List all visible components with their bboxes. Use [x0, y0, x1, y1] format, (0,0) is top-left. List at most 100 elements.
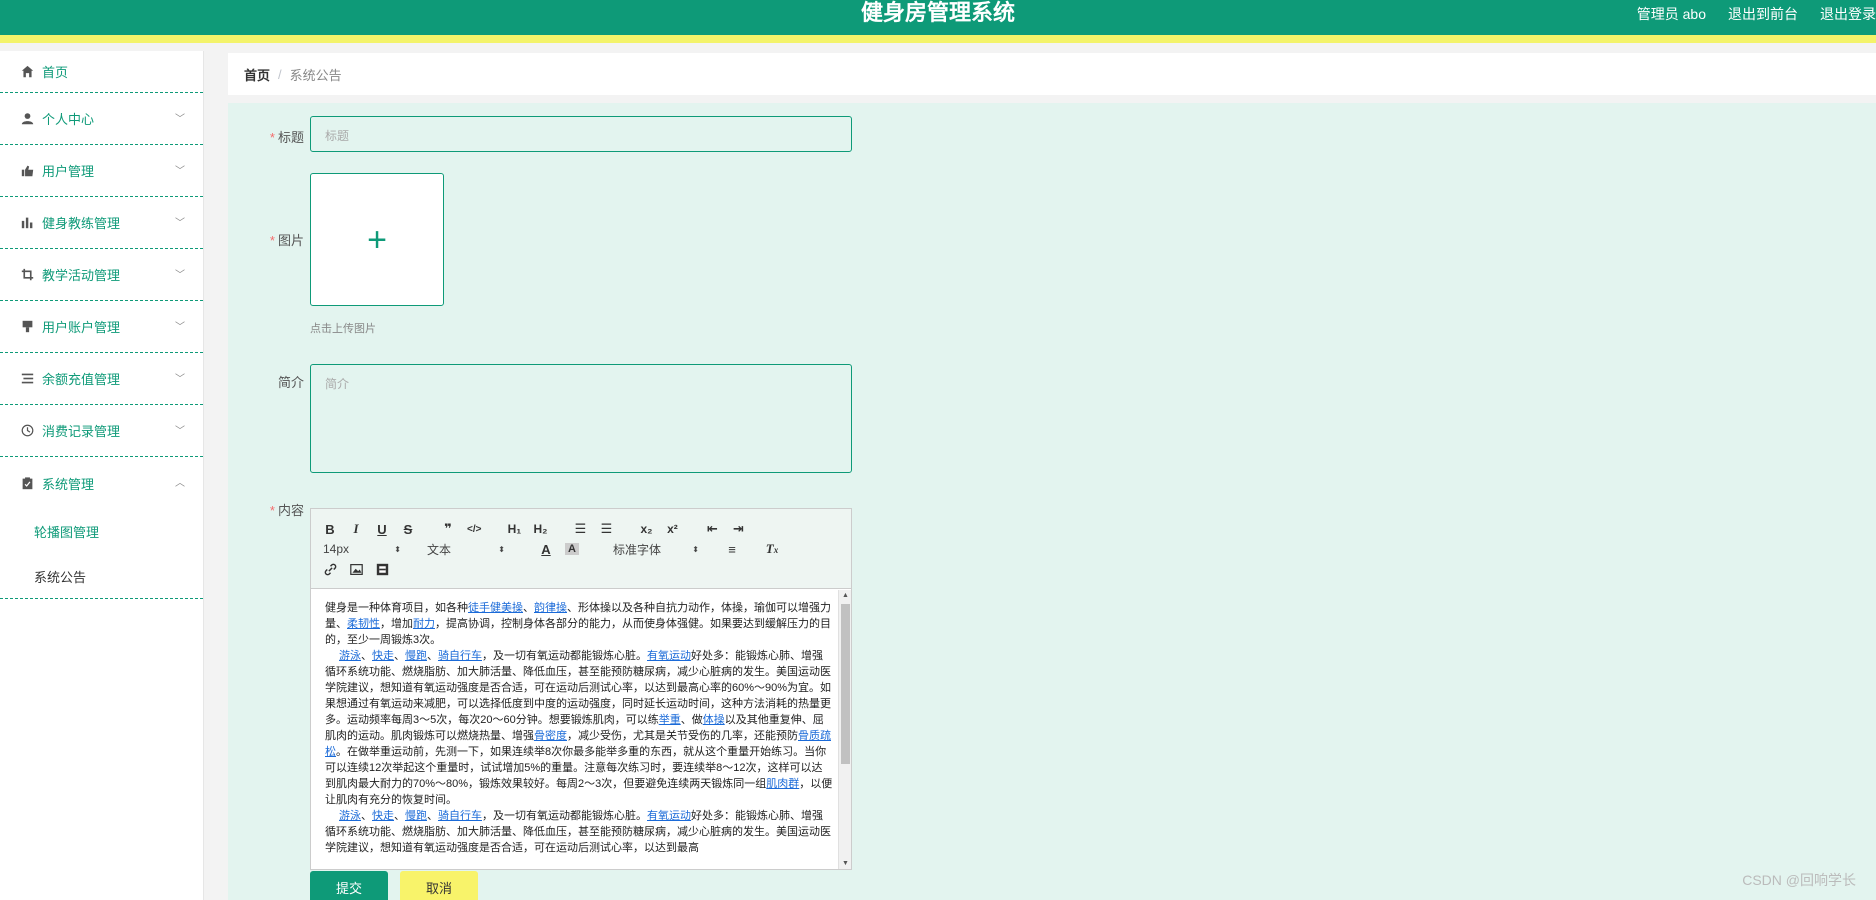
title-input[interactable]: 标题	[310, 116, 852, 152]
h2-icon[interactable]: H₂	[533, 522, 547, 536]
link-icon[interactable]	[323, 563, 337, 579]
sidebar-item-accounts[interactable]: 用户账户管理 ﹀	[0, 301, 203, 353]
content-link[interactable]: 徒手健美操	[468, 602, 523, 614]
plus-icon: +	[367, 220, 387, 259]
superscript-icon[interactable]: x²	[665, 522, 679, 536]
h1-icon[interactable]: H₁	[507, 522, 522, 536]
sidebar-item-recharge[interactable]: 余额充值管理 ﹀	[0, 353, 203, 405]
clock-icon	[20, 424, 34, 438]
title-label: * 标题	[269, 130, 304, 145]
code-icon[interactable]: </>	[467, 524, 481, 535]
intro-placeholder: 简介	[325, 377, 350, 391]
sidebar-item-label: 用户管理	[42, 164, 95, 179]
content-label: * 内容	[269, 503, 304, 518]
content-link[interactable]: 骑自行车	[438, 810, 482, 822]
home-icon	[20, 65, 34, 79]
select-arrows-icon: ⬍	[692, 544, 699, 554]
font-color-icon[interactable]: A	[539, 542, 553, 557]
quote-icon[interactable]: ❞	[441, 521, 455, 537]
stamp-icon	[20, 320, 34, 334]
logout-link[interactable]: 退出登录	[1820, 4, 1876, 24]
chevron-down-icon: ﹀	[175, 113, 185, 125]
chevron-down-icon: ﹀	[175, 321, 185, 333]
chevron-down-icon: ﹀	[175, 217, 185, 229]
image-label: * 图片	[269, 233, 304, 248]
font-family-select[interactable]: 标准字体 ⬍	[613, 541, 699, 558]
content-link[interactable]: 体操	[703, 714, 725, 726]
sidebar-item-activities[interactable]: 教学活动管理 ﹀	[0, 249, 203, 301]
submit-button[interactable]: 提交	[310, 871, 388, 900]
cancel-button[interactable]: 取消	[400, 871, 478, 900]
editor-content[interactable]: 健身是一种体育项目，如各种徒手健美操、韵律操、形体操以及各种自抗力动作，体操，瑜…	[311, 590, 851, 869]
chevron-down-icon: ﹀	[175, 269, 185, 281]
video-icon[interactable]	[375, 563, 389, 579]
content-link[interactable]: 举重	[659, 714, 681, 726]
content-link[interactable]: 快走	[372, 650, 394, 662]
select-arrows-icon: ⬍	[394, 544, 401, 554]
bar-chart-icon	[20, 216, 34, 230]
sidebar-item-label: 首页	[42, 65, 69, 80]
chevron-down-icon: ﹀	[175, 373, 185, 385]
outdent-icon[interactable]: ⇤	[705, 521, 719, 537]
content-link[interactable]: 肌肉群	[766, 778, 799, 790]
editor-toolbar: B I U S ❞ </> H₁ H₂ ☰ ☰ x₂ x² ⇤ ⇥ 14px⬍	[311, 509, 851, 589]
content-link[interactable]: 游泳	[339, 650, 361, 662]
current-user: 管理员 abo	[1636, 6, 1706, 22]
content-link[interactable]: 骨密度	[534, 730, 567, 742]
content-link[interactable]: 耐力	[413, 618, 435, 630]
sidebar-item-profile[interactable]: 个人中心 ﹀	[0, 93, 203, 145]
content-link[interactable]: 有氧运动	[647, 810, 691, 822]
image-upload-hint: 点击上传图片	[310, 323, 376, 335]
top-header: 健身房管理系统 管理员 abo 退出到前台 退出登录	[0, 0, 1876, 43]
select-arrows-icon: ⬍	[498, 544, 505, 554]
list-icon	[20, 372, 34, 386]
underline-icon[interactable]: U	[375, 522, 389, 537]
intro-textarea[interactable]: 简介	[310, 364, 852, 473]
clear-format-icon[interactable]: Tx	[765, 541, 779, 557]
chevron-down-icon: ﹀	[175, 425, 185, 437]
content-link[interactable]: 快走	[372, 810, 394, 822]
content-link[interactable]: 骑自行车	[438, 650, 482, 662]
sidebar-subitem-carousel[interactable]: 轮播图管理	[0, 509, 203, 554]
indent-icon[interactable]: ⇥	[731, 521, 745, 537]
header-select[interactable]: 文本 ⬍	[427, 541, 505, 558]
content-link[interactable]: 韵律操	[534, 602, 567, 614]
sidebar-item-consumption[interactable]: 消费记录管理 ﹀	[0, 405, 203, 457]
italic-icon[interactable]: I	[349, 521, 363, 537]
align-icon[interactable]: ≡	[725, 542, 739, 557]
content-link[interactable]: 有氧运动	[647, 650, 691, 662]
sidebar-item-system[interactable]: 系统管理 ︿	[0, 457, 203, 509]
bullet-list-icon[interactable]: ☰	[599, 521, 613, 537]
content-link[interactable]: 柔韧性	[347, 618, 380, 630]
background-color-icon[interactable]: A	[565, 543, 579, 555]
crop-icon	[20, 268, 34, 282]
editor-scrollbar[interactable]: ▲ ▼	[838, 590, 851, 869]
breadcrumb: 首页 / 系统公告	[228, 53, 1876, 95]
sidebar-item-users[interactable]: 用户管理 ﹀	[0, 145, 203, 197]
bold-icon[interactable]: B	[323, 522, 337, 537]
breadcrumb-home[interactable]: 首页	[244, 65, 270, 84]
subscript-icon[interactable]: x₂	[639, 522, 653, 536]
header-actions: 管理员 abo 退出到前台 退出登录	[1637, 4, 1876, 24]
scroll-up-icon[interactable]: ▲	[839, 592, 852, 599]
content-link[interactable]: 游泳	[339, 810, 361, 822]
sidebar-item-coaches[interactable]: 健身教练管理 ﹀	[0, 197, 203, 249]
sidebar-subitem-notice[interactable]: 系统公告	[0, 554, 203, 599]
image-upload-box[interactable]: +	[310, 173, 444, 306]
to-front-link[interactable]: 退出到前台	[1728, 4, 1798, 24]
scrollbar-thumb[interactable]	[841, 604, 850, 764]
clipboard-icon	[20, 476, 34, 490]
sidebar-item-home[interactable]: 首页	[0, 51, 203, 93]
sidebar-item-label: 健身教练管理	[42, 216, 121, 231]
scroll-down-icon[interactable]: ▼	[839, 860, 852, 867]
watermark: CSDN @回响学长	[1742, 872, 1856, 888]
required-mark: *	[269, 233, 275, 248]
content-link[interactable]: 慢跑	[405, 810, 427, 822]
strike-icon[interactable]: S	[401, 522, 415, 537]
font-size-select[interactable]: 14px ⬍	[323, 542, 401, 556]
title-placeholder: 标题	[325, 129, 350, 143]
image-icon[interactable]	[349, 563, 363, 579]
content-link[interactable]: 慢跑	[405, 650, 427, 662]
ordered-list-icon[interactable]: ☰	[573, 521, 587, 537]
required-mark: *	[269, 130, 275, 145]
